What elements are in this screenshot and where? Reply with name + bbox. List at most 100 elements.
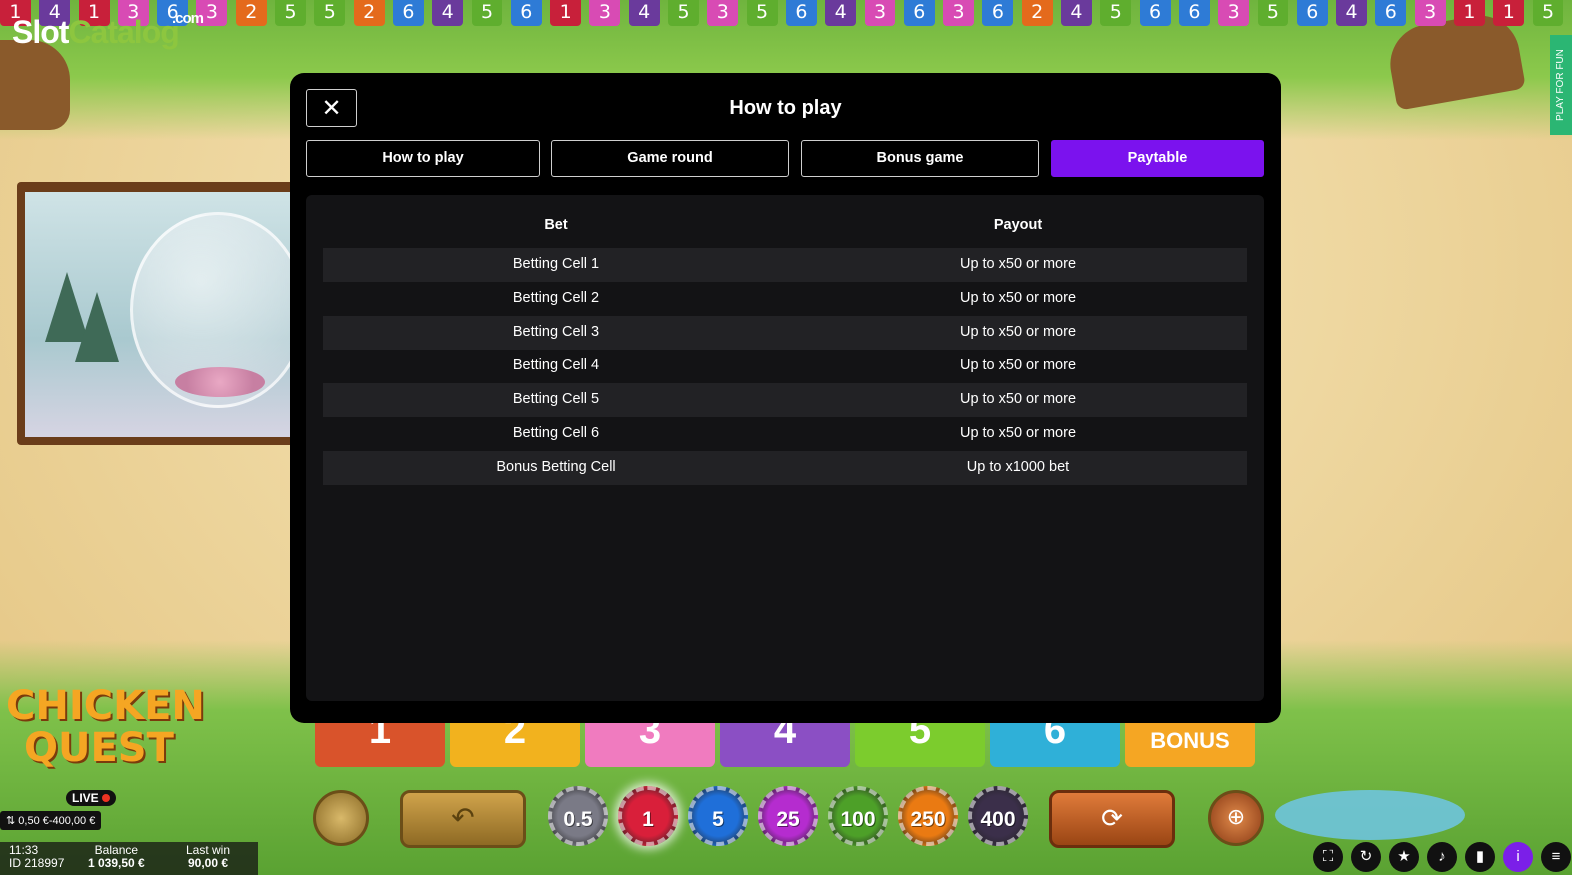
- status-bar: 11:33 ID 218997 Balance 1 039,50 € Last …: [0, 842, 258, 875]
- chip-250[interactable]: 250: [898, 786, 958, 846]
- water-pond: [1275, 790, 1465, 840]
- live-label: LIVE: [72, 791, 99, 805]
- history-result: 6: [785, 0, 817, 26]
- history-result: 6: [1296, 0, 1328, 26]
- history-result: 4: [1061, 0, 1092, 26]
- history-result: 1: [1493, 0, 1525, 26]
- history-result: 2: [1021, 0, 1053, 26]
- table-row: Betting Cell 4 Up to x50 or more: [323, 349, 1247, 383]
- table-row: Betting Cell 2 Up to x50 or more: [323, 282, 1247, 316]
- sound-icon[interactable]: ♪: [1427, 842, 1457, 872]
- cell-payout: Up to x50 or more: [959, 289, 1077, 306]
- live-badge: LIVE: [66, 790, 116, 806]
- how-to-play-dialog: ✕ How to play How to play Game round Bon…: [290, 73, 1281, 723]
- video-frame: [25, 192, 306, 437]
- fullscreen-icon[interactable]: ⛶: [1313, 842, 1343, 872]
- cell-bet: Bonus Betting Cell: [496, 458, 616, 475]
- cell-bet: Betting Cell 2: [512, 289, 600, 306]
- bet-limits[interactable]: ⇅ 0,50 €-400,00 €: [0, 811, 102, 830]
- favorite-icon[interactable]: ★: [1389, 842, 1419, 872]
- chip-settings-button[interactable]: [313, 790, 369, 846]
- history-result: 5: [471, 0, 503, 26]
- pine-tree-icon: [75, 292, 119, 362]
- repeat-icon: ⟳: [1101, 803, 1123, 833]
- column-header-payout: Payout: [993, 217, 1043, 233]
- history-result: 5: [275, 0, 306, 26]
- table-row: Betting Cell 3 Up to x50 or more: [323, 315, 1247, 350]
- cell-bet: Betting Cell 1: [512, 256, 600, 272]
- info-icon[interactable]: i: [1503, 842, 1533, 872]
- tab-paytable[interactable]: Paytable: [1051, 140, 1264, 177]
- history-result: 6: [982, 0, 1014, 26]
- history-result: 6: [392, 0, 424, 26]
- lottery-balls: [175, 367, 265, 397]
- history-result: 5: [1100, 0, 1132, 26]
- autoplay-icon[interactable]: ↻: [1351, 842, 1381, 872]
- history-result: 1: [550, 0, 582, 26]
- paytable: Bet Payout Betting Cell 1 Up to x50 or mo…: [306, 195, 1264, 701]
- cell-payout: Up to x50 or more: [959, 357, 1077, 374]
- round-id: ID 218997: [9, 856, 65, 870]
- history-result: 3: [943, 0, 975, 26]
- table-row: Bonus Betting Cell Up to x1000 bet: [323, 450, 1247, 485]
- undo-icon: ↶: [451, 802, 475, 833]
- last-win-value: 90,00 €: [187, 856, 229, 870]
- chip-1[interactable]: 1: [618, 786, 678, 846]
- cell-bet: Betting Cell 5: [512, 391, 600, 408]
- target-button[interactable]: ⊕: [1208, 790, 1264, 846]
- history-result: 3: [864, 0, 896, 26]
- history-result: 6: [510, 0, 542, 26]
- history-result: 6: [903, 0, 935, 26]
- history-result: 4: [825, 0, 857, 26]
- dialog-title: How to play: [729, 97, 842, 119]
- chip-25[interactable]: 25: [758, 786, 818, 846]
- watermark-logo: SlotCatalog .com: [12, 10, 204, 51]
- cell-bet: Betting Cell 4: [512, 357, 600, 374]
- target-icon: ⊕: [1226, 804, 1246, 829]
- undo-button[interactable]: ↶: [400, 790, 526, 848]
- cell-payout: Up to x50 or more: [959, 391, 1077, 408]
- history-result: 5: [1532, 0, 1564, 26]
- history-result: 3: [1218, 0, 1250, 26]
- cell-payout: Up to x50 or more: [959, 256, 1077, 272]
- repeat-bet-button[interactable]: ⟳: [1049, 790, 1175, 848]
- history-result: 6: [1178, 0, 1210, 26]
- results-history-strip: 1413632552645613453564363624566356463115: [0, 0, 1572, 26]
- live-video-feed: [17, 182, 306, 445]
- history-result: 5: [668, 0, 699, 26]
- history-result: 2: [353, 0, 385, 26]
- chip-5[interactable]: 5: [688, 786, 748, 846]
- game-logo: CHICKEN QUEST: [6, 685, 205, 780]
- cell-bet: Betting Cell 6: [512, 425, 600, 441]
- history-result: 4: [432, 0, 464, 26]
- table-row: Betting Cell 6 Up to x50 or more: [323, 417, 1247, 451]
- live-dot-icon: [101, 794, 110, 802]
- play-for-fun-badge: PLAY FOR FUN: [1550, 35, 1572, 135]
- history-result: 4: [628, 0, 660, 26]
- tab-game-round[interactable]: Game round: [551, 140, 789, 177]
- watermark-part2: Catalog: [68, 14, 179, 50]
- table-row: Betting Cell 1 Up to x50 or more: [323, 248, 1247, 282]
- chip-400[interactable]: 400: [968, 786, 1028, 846]
- watermark-part1: Slot: [12, 14, 69, 50]
- tab-how-to-play[interactable]: How to play: [306, 140, 540, 177]
- chip-0.5[interactable]: 0.5: [548, 786, 608, 846]
- cell-bet: Betting Cell 3: [512, 323, 600, 340]
- tab-bonus-game[interactable]: Bonus game: [801, 140, 1039, 177]
- cell-payout: Up to x1000 bet: [966, 458, 1070, 475]
- cell-payout: Up to x50 or more: [959, 323, 1077, 340]
- bet-limits-value: 0,50 €-400,00 €: [18, 815, 96, 827]
- tree-trunk-left: [0, 40, 70, 130]
- cell-payout: Up to x50 or more: [959, 425, 1077, 441]
- history-result: 4: [1336, 0, 1367, 26]
- history-result: 3: [1414, 0, 1446, 26]
- chip-100[interactable]: 100: [828, 786, 888, 846]
- history-result: 3: [707, 0, 739, 26]
- watermark-suffix: .com: [172, 10, 204, 27]
- statistics-icon[interactable]: ▮: [1465, 842, 1495, 872]
- balance-value: 1 039,50 €: [88, 856, 145, 870]
- history-result: 1: [1453, 0, 1485, 26]
- menu-icon[interactable]: ≡: [1541, 842, 1571, 872]
- column-header-bet: Bet: [544, 217, 568, 233]
- toolbar: ⛶ ↻ ★ ♪ ▮ i ≡: [1305, 842, 1571, 872]
